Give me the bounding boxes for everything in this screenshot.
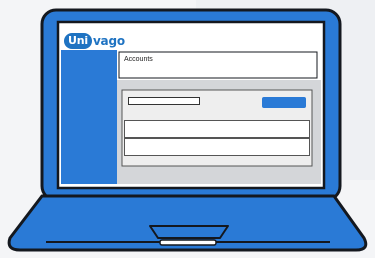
page-title: Accounts xyxy=(124,56,153,63)
table-row[interactable] xyxy=(124,120,310,138)
sidebar xyxy=(61,50,117,184)
univago-logo[interactable]: Uni vago xyxy=(64,32,125,50)
search-input[interactable] xyxy=(128,97,200,105)
trackpad xyxy=(149,225,229,239)
logo-badge: Uni xyxy=(64,33,92,49)
table-row[interactable] xyxy=(124,138,310,156)
logo-wordmark: vago xyxy=(92,34,125,48)
primary-action-button[interactable] xyxy=(262,97,306,108)
laptop-illustration: Uni vago Accounts xyxy=(0,0,375,258)
